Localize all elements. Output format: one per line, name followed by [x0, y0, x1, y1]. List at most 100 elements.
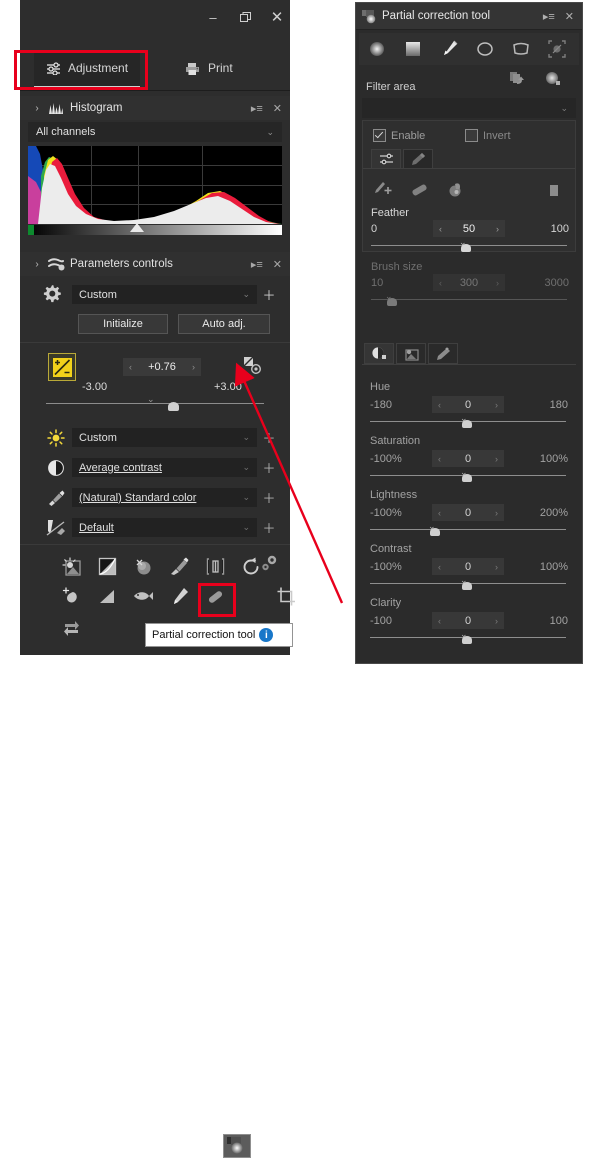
saturation-slider-knob[interactable]: [462, 474, 472, 482]
channel-select[interactable]: All channels ⌄: [28, 122, 282, 142]
add-preset-button[interactable]: ＋: [262, 518, 276, 537]
panel-menu-icon[interactable]: ▸≡: [543, 10, 555, 23]
reset-exposure-icon[interactable]: [242, 355, 264, 377]
maximize-button[interactable]: [232, 6, 258, 28]
resize-tool-icon[interactable]: [58, 616, 84, 640]
hue-slider-knob[interactable]: [462, 420, 472, 428]
feather-stepper[interactable]: ‹ 50 ›: [433, 220, 505, 237]
delete-icon[interactable]: [541, 179, 567, 201]
stepper-right-arrow[interactable]: ›: [496, 278, 499, 288]
exposure-slider-track[interactable]: [46, 403, 264, 404]
stepper-right-arrow[interactable]: ›: [496, 224, 499, 234]
tab-adjustment[interactable]: Adjustment: [34, 50, 141, 88]
expand-arrow-icon[interactable]: ›: [28, 103, 46, 114]
tone-tab-icon[interactable]: [396, 343, 426, 364]
copy-filter-icon[interactable]: [508, 71, 528, 89]
info-icon[interactable]: i: [259, 628, 274, 642]
clarity-slider-knob[interactable]: [462, 636, 472, 644]
noise-tool-icon[interactable]: [202, 554, 228, 578]
settings-tool-icon[interactable]: [256, 552, 282, 576]
stepper-right-arrow[interactable]: ›: [495, 400, 498, 410]
stepper-left-arrow[interactable]: ‹: [439, 224, 442, 234]
saturation-stepper[interactable]: ‹ 0 ›: [432, 450, 504, 467]
ellipse-icon[interactable]: [467, 34, 503, 64]
add-preset-button[interactable]: ＋: [262, 285, 276, 304]
tab-print[interactable]: Print: [172, 50, 245, 86]
healing-tool-icon[interactable]: [202, 584, 228, 608]
clarity-stepper[interactable]: ‹ 0 ›: [432, 612, 504, 629]
stepper-left-arrow[interactable]: ‹: [438, 616, 441, 626]
lightness-slider-knob[interactable]: [430, 528, 440, 536]
hue-stepper[interactable]: ‹ 0 ›: [432, 396, 504, 413]
stepper-left-arrow[interactable]: ‹: [129, 362, 132, 372]
auto-select-icon[interactable]: [539, 34, 575, 64]
brush-add-icon[interactable]: [371, 179, 397, 201]
exposure-value-stepper[interactable]: ‹ +0.76 ›: [123, 358, 201, 376]
polygon-icon[interactable]: [503, 34, 539, 64]
stepper-left-arrow[interactable]: ‹: [439, 278, 442, 288]
eraser-icon[interactable]: [407, 179, 433, 201]
color-tool-icon[interactable]: [166, 554, 192, 578]
stepper-left-arrow[interactable]: ‹: [438, 454, 441, 464]
filter-area-select[interactable]: ⌄: [362, 98, 576, 118]
preset-select-brightness[interactable]: Custom ⌄: [72, 428, 257, 447]
gradient-linear-icon[interactable]: [395, 34, 431, 64]
brush-size-slider-knob[interactable]: [387, 298, 397, 306]
crop-tool-icon[interactable]: [274, 584, 298, 608]
enable-checkbox[interactable]: Enable: [373, 129, 425, 142]
brush-icon[interactable]: [431, 34, 467, 64]
contrast-stepper[interactable]: ‹ 0 ›: [432, 558, 504, 575]
invert-checkbox[interactable]: Invert: [465, 129, 511, 142]
panel-close-icon[interactable]: ✕: [273, 102, 282, 115]
lightness-stepper[interactable]: ‹ 0 ›: [432, 504, 504, 521]
add-preset-button[interactable]: ＋: [262, 488, 276, 507]
contrast-slider-knob[interactable]: [462, 582, 472, 590]
stepper-right-arrow[interactable]: ›: [495, 616, 498, 626]
preset-select[interactable]: Custom ⌄: [72, 285, 257, 304]
stepper-right-arrow[interactable]: ›: [192, 362, 195, 372]
add-preset-button[interactable]: ＋: [262, 428, 276, 447]
effects-tab-icon[interactable]: [428, 343, 458, 364]
preset-select-color[interactable]: (Natural) Standard color ⌄: [72, 488, 257, 507]
fisheye-tool-icon[interactable]: [130, 584, 156, 608]
gradient-radial-icon[interactable]: [359, 34, 395, 64]
gear-icon[interactable]: [42, 284, 62, 304]
dodge-burn-tool-icon[interactable]: [130, 554, 156, 578]
exposure-icon[interactable]: [48, 353, 76, 381]
histogram-midpoint-marker[interactable]: [130, 223, 144, 232]
stepper-right-arrow[interactable]: ›: [495, 508, 498, 518]
expand-arrow-icon[interactable]: ›: [28, 259, 46, 270]
auto-adjust-button[interactable]: Auto adj.: [178, 314, 270, 334]
brush-size-slider-track[interactable]: [371, 299, 567, 300]
partial-correction-tool-icon[interactable]: [223, 1134, 251, 1158]
retouch-brush-tool-icon[interactable]: [166, 584, 192, 608]
new-filter-icon[interactable]: [544, 71, 564, 89]
wand-tab-icon[interactable]: [403, 149, 433, 169]
fill-icon[interactable]: [443, 179, 469, 201]
preset-select-sharpness[interactable]: Default ⌄: [72, 518, 257, 537]
panel-close-icon[interactable]: ✕: [273, 258, 282, 271]
stepper-right-arrow[interactable]: ›: [495, 562, 498, 572]
dust-tool-icon[interactable]: [58, 584, 84, 608]
panel-menu-icon[interactable]: ▸≡: [251, 102, 263, 115]
feather-slider-knob[interactable]: [461, 244, 471, 252]
panel-menu-icon[interactable]: ▸≡: [251, 258, 263, 271]
stepper-left-arrow[interactable]: ‹: [438, 400, 441, 410]
brightness-tool-icon[interactable]: [58, 554, 84, 578]
adjust-tab-icon[interactable]: [371, 149, 401, 169]
add-preset-button[interactable]: ＋: [262, 458, 276, 477]
tone-curve-tool-icon[interactable]: [94, 554, 120, 578]
panel-close-icon[interactable]: ✕: [565, 10, 574, 23]
exposure-slider-knob[interactable]: [168, 402, 179, 411]
close-button[interactable]: ✕: [264, 6, 290, 28]
brush-size-stepper[interactable]: ‹ 300 ›: [433, 274, 505, 291]
lightness-slider-track[interactable]: [370, 529, 566, 530]
preset-select-contrast[interactable]: Average contrast ⌄: [72, 458, 257, 477]
stepper-left-arrow[interactable]: ‹: [438, 508, 441, 518]
minimize-button[interactable]: –: [200, 6, 226, 28]
initialize-button[interactable]: Initialize: [78, 314, 168, 334]
vignette-tool-icon[interactable]: [94, 584, 120, 608]
hsl-tab-icon[interactable]: [364, 343, 394, 364]
stepper-right-arrow[interactable]: ›: [495, 454, 498, 464]
stepper-left-arrow[interactable]: ‹: [438, 562, 441, 572]
